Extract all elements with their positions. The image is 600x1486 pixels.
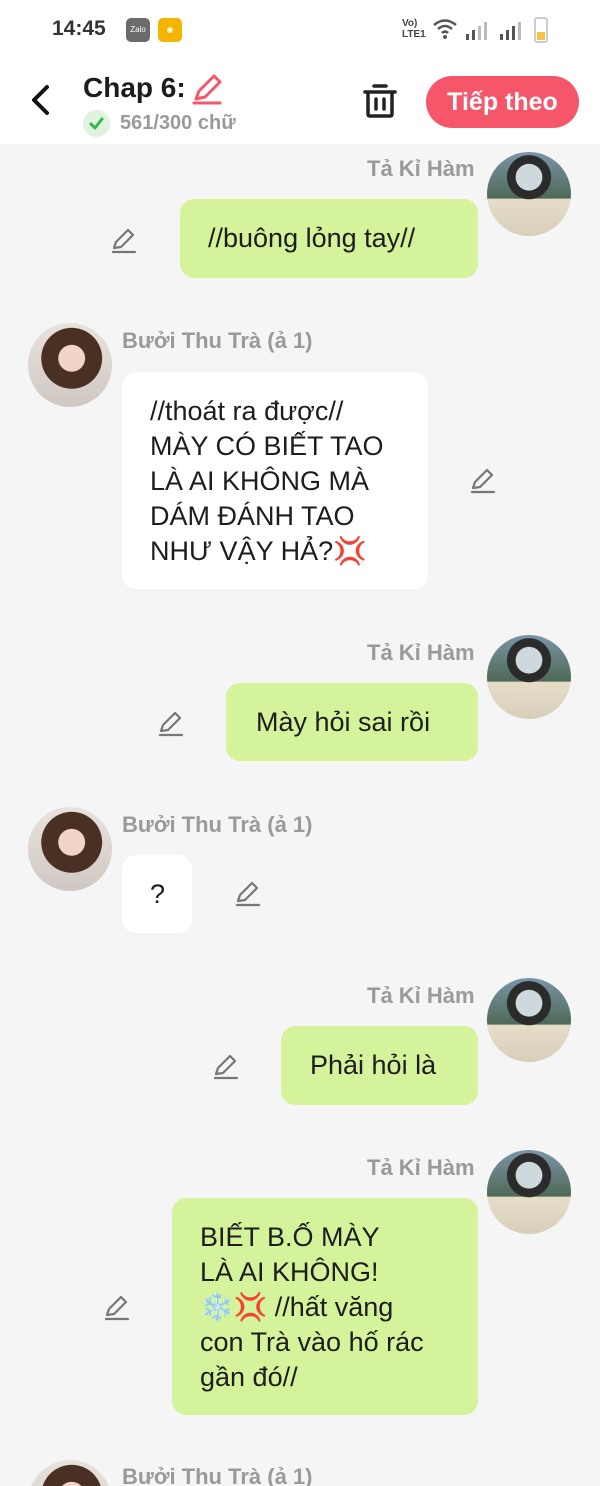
zalo-icon: Zalo: [126, 18, 150, 42]
sender-name: Bưởi Thu Trà (ả 1): [122, 328, 313, 353]
edit-icon[interactable]: [103, 1293, 131, 1321]
status-time: 14:45: [52, 17, 106, 40]
edit-icon[interactable]: [110, 226, 138, 254]
message-text: //buông lỏng tay//: [208, 223, 416, 253]
avatar[interactable]: [487, 978, 571, 1062]
signal-icon: [466, 22, 487, 40]
chapter-title: Chap 6:: [83, 72, 186, 103]
edit-icon[interactable]: [469, 466, 497, 494]
weibo-icon: ◉: [158, 18, 182, 42]
message-bubble[interactable]: Phải hỏi là: [281, 1026, 478, 1105]
edit-icon[interactable]: [157, 709, 185, 737]
message-bubble[interactable]: Mày hỏi sai rồi: [226, 683, 478, 761]
sender-name: Tả Kỉ Hàm: [367, 640, 475, 665]
avatar[interactable]: [28, 807, 112, 891]
word-count: 561/300 chữ: [120, 112, 236, 134]
edit-title-icon[interactable]: [190, 72, 224, 106]
message-bubble[interactable]: //thoát ra được// MÀY CÓ BIẾT TAO LÀ AI …: [122, 372, 428, 589]
volte-icon: Vo) LTE1: [402, 18, 426, 40]
message-text: Mày hỏi sai rồi: [256, 707, 431, 737]
message-text: //thoát ra được// MÀY CÓ BIẾT TAO LÀ AI …: [150, 396, 384, 566]
battery-icon: [534, 17, 548, 43]
message-text: Phải hỏi là: [310, 1050, 437, 1080]
sender-name: Tả Kỉ Hàm: [367, 1155, 475, 1180]
edit-icon[interactable]: [212, 1052, 240, 1080]
next-chapter-button[interactable]: Tiếp theo: [426, 76, 579, 128]
sender-name: Tả Kỉ Hàm: [367, 983, 475, 1008]
message-text: BIẾT B.Ố MÀY LÀ AI KHÔNG! ❄️💢 //hất văng…: [200, 1222, 424, 1392]
chapter-header: Chap 6: 561/300 chữ Tiếp theo: [0, 60, 600, 144]
avatar[interactable]: [487, 1150, 571, 1234]
edit-icon[interactable]: [234, 879, 262, 907]
signal-icon: [500, 22, 521, 40]
sender-name: Tả Kỉ Hàm: [367, 156, 475, 181]
avatar[interactable]: [28, 323, 112, 407]
check-icon: [83, 110, 110, 137]
sender-name: Bưởi Thu Trà (ả 1): [122, 812, 313, 837]
status-bar: 14:45 Zalo ◉ Vo) LTE1: [0, 0, 600, 60]
avatar[interactable]: [28, 1460, 112, 1486]
message-text: ?: [150, 879, 166, 909]
avatar[interactable]: [487, 635, 571, 719]
avatar[interactable]: [487, 152, 571, 236]
message-bubble[interactable]: //buông lỏng tay//: [180, 199, 478, 278]
trash-icon[interactable]: [360, 80, 400, 120]
message-bubble[interactable]: ?: [122, 855, 192, 933]
message-bubble[interactable]: BIẾT B.Ố MÀY LÀ AI KHÔNG! ❄️💢 //hất văng…: [172, 1198, 478, 1415]
wifi-icon: [433, 19, 457, 39]
back-arrow-icon[interactable]: [26, 80, 56, 120]
sender-name: Bưởi Thu Trà (ả 1): [122, 1464, 313, 1486]
